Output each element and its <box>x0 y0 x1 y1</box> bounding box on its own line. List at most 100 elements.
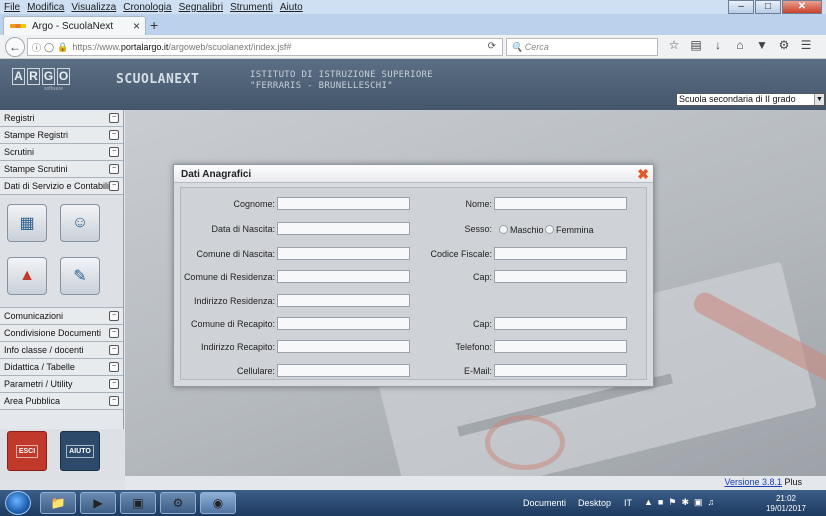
info-icon[interactable]: ⓘ <box>32 41 41 54</box>
library-icon[interactable]: ▤ <box>685 38 707 52</box>
collapse-toggle-icon[interactable]: − <box>109 164 119 174</box>
reload-icon[interactable]: ⟳ <box>488 41 496 52</box>
exit-button[interactable]: ESCI <box>7 431 47 471</box>
id-card-icon[interactable]: ▦ <box>7 204 47 242</box>
collapse-toggle-icon[interactable]: − <box>109 328 119 338</box>
menu-strumenti[interactable]: Strumenti <box>230 2 273 13</box>
desktop-toolbar[interactable]: Desktop <box>578 498 611 508</box>
firefox-icon[interactable]: ◉ <box>200 492 236 514</box>
nome-field[interactable] <box>494 197 627 210</box>
collapse-toggle-icon[interactable]: − <box>109 345 119 355</box>
window-close-button[interactable]: ✕ <box>782 0 822 14</box>
collapse-toggle-icon[interactable]: − <box>109 311 119 321</box>
cap-residenza-field[interactable] <box>494 270 627 283</box>
telefono-field[interactable] <box>494 340 627 353</box>
tracking-shield-icon[interactable]: ◯ <box>44 42 54 53</box>
sidebar-action-buttons: ESCI AIUTO <box>0 429 124 481</box>
argo-logo: A R G O <box>12 68 72 85</box>
office-app-icon[interactable]: ▣ <box>120 492 156 514</box>
extension-icon[interactable]: ⚙ <box>773 38 795 52</box>
media-player-icon[interactable]: ▶ <box>80 492 116 514</box>
sidebar-item-stampe-registri[interactable]: Stampe Registri − <box>0 127 123 144</box>
sidebar-item-registri[interactable]: Registri − <box>0 110 123 127</box>
nome-label: Nome: <box>465 199 492 209</box>
data-nascita-field[interactable] <box>277 222 410 235</box>
pocket-icon[interactable]: ▼ <box>751 38 773 52</box>
comune-recapito-field[interactable] <box>277 317 410 330</box>
school-level-select[interactable]: Scuola secondaria di II grado ▼ <box>676 93 825 106</box>
home-icon[interactable]: ⌂ <box>729 38 751 52</box>
version-link[interactable]: Versione 3.8.1 <box>724 477 782 487</box>
collapse-toggle-icon[interactable]: − <box>109 396 119 406</box>
edit-user-icon[interactable]: ✎ <box>60 257 100 295</box>
system-tray: ▲■⚑✱▣♫ <box>644 497 719 508</box>
collapse-toggle-icon[interactable]: − <box>109 379 119 389</box>
sidebar-item-comunicazioni[interactable]: Comunicazioni − <box>0 308 123 325</box>
tray-app-icon[interactable]: ■ <box>658 497 668 507</box>
network-app-icon[interactable]: ⚙ <box>160 492 196 514</box>
sidebar-item-condivisione-documenti[interactable]: Condivisione Documenti − <box>0 325 123 342</box>
documenti-toolbar[interactable]: Documenti <box>523 498 566 508</box>
comune-residenza-field[interactable] <box>277 270 410 283</box>
tray-network-icon[interactable]: ▣ <box>694 497 708 507</box>
email-field[interactable] <box>494 364 627 377</box>
codice-fiscale-field[interactable] <box>494 247 627 260</box>
chevron-down-icon[interactable]: ▼ <box>814 94 824 105</box>
cellulare-field[interactable] <box>277 364 410 377</box>
collapse-toggle-icon[interactable]: − <box>109 113 119 123</box>
new-tab-button[interactable]: + <box>150 17 158 33</box>
comune-residenza-label: Comune di Residenza: <box>183 272 275 282</box>
minimize-button[interactable]: – <box>728 0 754 14</box>
tray-flag-icon[interactable]: ⚑ <box>668 497 681 507</box>
volume-icon[interactable]: ♫ <box>708 497 720 507</box>
star-icon[interactable]: ☆ <box>663 38 685 52</box>
sidebar-item-dati-servizio[interactable]: Dati di Servizio e Contabili − <box>0 178 123 195</box>
cap-recapito-field[interactable] <box>494 317 627 330</box>
tab-close-icon[interactable]: × <box>133 19 140 33</box>
menu-cronologia[interactable]: Cronologia <box>123 2 171 13</box>
search-input[interactable]: 🔍 Cerca <box>506 38 658 56</box>
menu-modifica[interactable]: Modifica <box>27 2 64 13</box>
url-bar[interactable]: ⓘ ◯ 🔒 https://www. portalargo.it/argoweb/… <box>27 38 503 56</box>
tab-argo[interactable]: Argo - ScuolaNext × <box>3 16 146 35</box>
sidebar-item-label: Parametri / Utility <box>4 379 73 389</box>
download-icon[interactable]: ↓ <box>707 38 729 52</box>
cognome-field[interactable] <box>277 197 410 210</box>
collapse-toggle-icon[interactable]: − <box>109 181 119 191</box>
indirizzo-residenza-field[interactable] <box>277 294 410 307</box>
sidebar-item-stampe-scrutini[interactable]: Stampe Scrutini − <box>0 161 123 178</box>
comune-nascita-field[interactable] <box>277 247 410 260</box>
lock-icon[interactable]: 🔒 <box>57 42 68 53</box>
version-info: Versione 3.8.1 Plus <box>724 477 802 487</box>
windows-start-button[interactable] <box>5 491 31 515</box>
menu-segnalibri[interactable]: Segnalibri <box>179 2 223 13</box>
sidebar-item-area-pubblica[interactable]: Area Pubblica − <box>0 393 123 410</box>
collapse-toggle-icon[interactable]: − <box>109 147 119 157</box>
back-button[interactable]: ← <box>5 37 25 57</box>
indirizzo-recapito-field[interactable] <box>277 340 410 353</box>
menu-visualizza[interactable]: Visualizza <box>71 2 116 13</box>
maximize-button[interactable]: □ <box>755 0 781 14</box>
language-indicator[interactable]: IT <box>624 498 632 508</box>
system-clock[interactable]: 21:02 19/01/2017 <box>766 494 806 514</box>
sidebar-item-info-classe[interactable]: Info classe / docenti − <box>0 342 123 359</box>
tray-arrow-icon[interactable]: ▲ <box>644 497 658 507</box>
file-explorer-icon[interactable]: 📁 <box>40 492 76 514</box>
sidebar-item-scrutini[interactable]: Scrutini − <box>0 144 123 161</box>
menu-aiuto[interactable]: Aiuto <box>280 2 303 13</box>
maschio-radio[interactable] <box>499 225 508 234</box>
bluetooth-icon[interactable]: ✱ <box>681 497 694 507</box>
femmina-radio[interactable] <box>545 225 554 234</box>
help-button[interactable]: AIUTO <box>60 431 100 471</box>
tab-strip: Argo - ScuolaNext × + <box>0 14 826 35</box>
menu-icon[interactable]: ☰ <box>795 38 817 52</box>
collapse-toggle-icon[interactable]: − <box>109 362 119 372</box>
logo-letter: G <box>42 68 55 85</box>
menu-file[interactable]: File <box>4 2 20 13</box>
pdf-icon[interactable]: ▲ <box>7 257 47 295</box>
sidebar-item-didattica[interactable]: Didattica / Tabelle − <box>0 359 123 376</box>
collapse-toggle-icon[interactable]: − <box>109 130 119 140</box>
sidebar-item-parametri[interactable]: Parametri / Utility − <box>0 376 123 393</box>
group-icon[interactable]: ☺ <box>60 204 100 242</box>
close-icon[interactable]: ✖ <box>637 164 649 184</box>
